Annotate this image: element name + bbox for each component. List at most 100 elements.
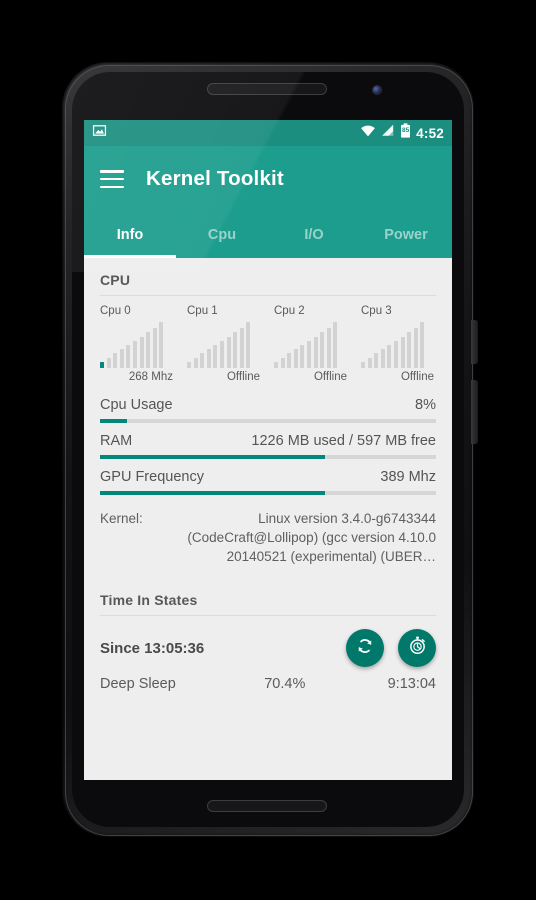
cpu-frequency-bar	[361, 361, 365, 368]
tab-cpu[interactable]: Cpu	[176, 212, 268, 258]
page-title: Kernel Toolkit	[146, 167, 284, 190]
cpu-frequency-bar	[213, 345, 218, 368]
status-bar-left	[92, 123, 107, 143]
table-row: Deep Sleep 70.4% 9:13:04	[84, 664, 452, 692]
battery-level-label: 85	[402, 127, 410, 134]
cpu-core-histogram	[181, 322, 268, 368]
tab-info[interactable]: Info	[84, 212, 176, 258]
cpu-frequency-bar	[387, 345, 392, 368]
tab-power[interactable]: Power	[360, 212, 452, 258]
cpu-core-status: Offline	[400, 371, 434, 383]
stat-row-cpu-usage: Cpu Usage 8%	[84, 387, 452, 423]
cpu-frequency-bar	[420, 322, 425, 368]
cpu-frequency-bar	[159, 322, 164, 368]
fab-group	[346, 629, 436, 668]
cpu-frequency-bar	[367, 357, 372, 368]
cpu-frequency-bar	[400, 336, 405, 368]
cpu-frequency-bar	[152, 328, 157, 368]
volume-rocker[interactable]	[471, 380, 478, 444]
cpu-frequency-bar	[306, 340, 311, 368]
cell-signal-icon	[381, 124, 395, 142]
power-button[interactable]	[471, 320, 478, 364]
image-notification-icon	[92, 123, 107, 143]
stat-label: RAM	[100, 433, 133, 449]
state-name: Deep Sleep	[100, 676, 176, 693]
cpu-frequency-bar	[393, 340, 398, 368]
cpu-frequency-bar	[280, 357, 285, 368]
cpu-frequency-bar	[119, 349, 124, 368]
status-bar-right: 85 4:52	[360, 123, 444, 143]
stat-value: 8%	[415, 397, 436, 413]
cpu-frequency-bar	[146, 332, 151, 368]
cpu-frequency-bar	[139, 336, 144, 368]
status-bar-clock: 4:52	[416, 125, 444, 141]
cpu-frequency-bar	[239, 328, 244, 368]
cpu-frequency-bar	[380, 349, 385, 368]
cpu-frequency-bar	[226, 336, 231, 368]
stat-value: 1226 MB used / 597 MB free	[251, 433, 436, 449]
cpu-frequency-bar	[106, 357, 111, 368]
screenshot-stage: 85 4:52 Kernel Toolkit Info Cpu I/O Powe…	[0, 0, 536, 900]
cpu-core-grid: Cpu 0 268 Mhz Cpu 1 Offline Cpu 2 Offlin…	[84, 296, 452, 387]
cpu-core-status: Offline	[313, 371, 347, 383]
cpu-frequency-bar	[100, 361, 104, 368]
tab-cpu-label: Cpu	[207, 227, 237, 243]
cpu-frequency-bar	[374, 353, 379, 368]
kernel-version-text: Linux version 3.4.0-g6743344 (CodeCraft@…	[187, 511, 436, 565]
section-header-time-in-states: Time In States	[100, 592, 198, 609]
stat-label: GPU Frequency	[100, 469, 204, 485]
cpu-core-1: Cpu 1 Offline	[181, 305, 268, 383]
cpu-frequency-bar	[407, 332, 412, 368]
refresh-button[interactable]	[346, 629, 384, 668]
cpu-core-2: Cpu 2 Offline	[268, 305, 355, 383]
cpu-core-histogram	[268, 322, 355, 368]
cpu-frequency-bar	[113, 353, 118, 368]
cpu-frequency-bar	[293, 349, 298, 368]
since-label: Since 13:05:36	[100, 639, 205, 657]
cpu-core-status: 268 Mhz	[128, 371, 173, 383]
stat-row-gpu-frequency: GPU Frequency 389 Mhz	[84, 459, 452, 495]
cpu-core-0: Cpu 0 268 Mhz	[94, 305, 181, 383]
state-percent: 70.4%	[264, 676, 306, 693]
cpu-frequency-bar	[313, 336, 318, 368]
cpu-core-status: Offline	[226, 371, 260, 383]
section-header-cpu: CPU	[100, 272, 131, 288]
stat-row-ram: RAM 1226 MB used / 597 MB free	[84, 423, 452, 459]
timer-button[interactable]	[398, 629, 436, 668]
cpu-core-histogram	[355, 322, 442, 368]
cpu-frequency-bar	[326, 328, 331, 368]
cpu-frequency-bar	[132, 340, 137, 368]
cpu-frequency-bar	[413, 328, 418, 368]
cpu-core-label: Cpu 0	[100, 305, 131, 317]
cpu-core-histogram	[94, 322, 181, 368]
tab-bar: Info Cpu I/O Power	[84, 212, 452, 258]
content-scroll-area[interactable]: CPU Cpu 0 268 Mhz Cpu 1 Offline Cpu 2 Of…	[84, 258, 452, 780]
cpu-frequency-bar	[274, 361, 278, 368]
cpu-frequency-bar	[287, 353, 292, 368]
front-camera	[372, 85, 382, 95]
hamburger-menu-icon[interactable]	[100, 170, 124, 188]
tab-info-label: Info	[116, 227, 144, 243]
app-bar: Kernel Toolkit	[84, 146, 452, 212]
stat-value: 389 Mhz	[380, 469, 436, 485]
kernel-info-row: Kernel: Linux version 3.4.0-g6743344 (Co…	[84, 495, 452, 578]
tab-io-label: I/O	[304, 227, 324, 243]
cpu-frequency-bar	[126, 345, 131, 368]
battery-icon: 85	[400, 123, 411, 143]
earpiece-speaker	[207, 83, 327, 95]
stopwatch-icon	[407, 635, 428, 661]
tab-io[interactable]: I/O	[268, 212, 360, 258]
cpu-frequency-bar	[187, 361, 191, 368]
kernel-label: Kernel:	[100, 511, 143, 526]
time-in-states-header-row: Since 13:05:36	[84, 616, 452, 668]
cpu-core-label: Cpu 2	[274, 305, 305, 317]
cpu-frequency-bar	[206, 349, 211, 368]
status-bar: 85 4:52	[84, 120, 452, 146]
stat-label: Cpu Usage	[100, 397, 173, 413]
cpu-frequency-bar	[219, 340, 224, 368]
cpu-frequency-bar	[333, 322, 338, 368]
cpu-frequency-bar	[200, 353, 205, 368]
cpu-frequency-bar	[300, 345, 305, 368]
cpu-core-label: Cpu 1	[187, 305, 218, 317]
state-duration: 9:13:04	[387, 676, 436, 693]
